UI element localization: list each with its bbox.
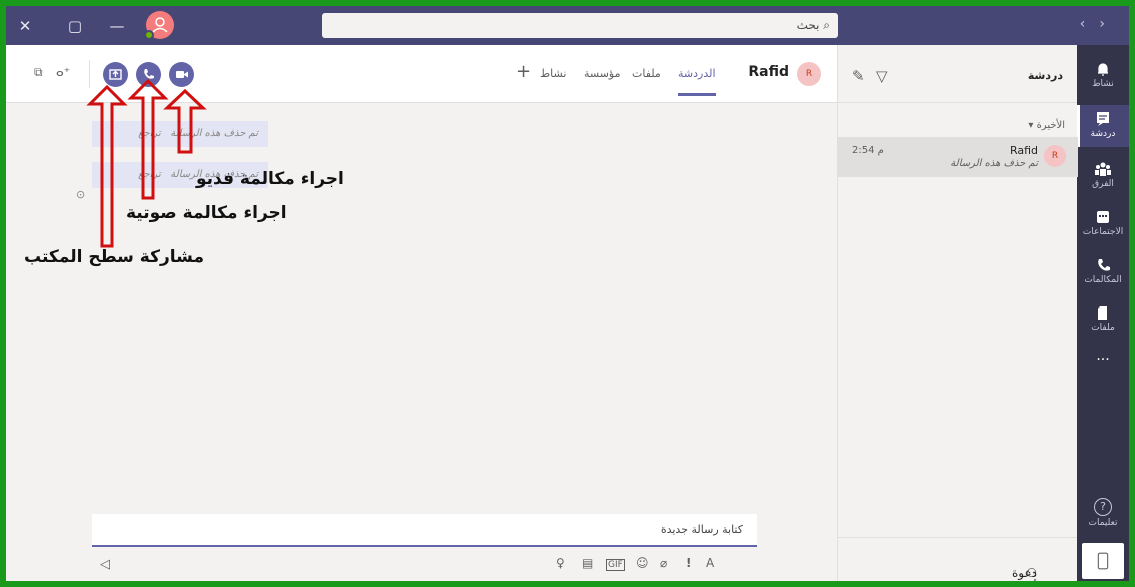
arrow-to-video-button [163, 88, 207, 154]
annotation-share-desktop: مشاركة سطح المكتب [24, 247, 204, 267]
annotation-audio-call: اجراء مكالمة صوتية [126, 203, 287, 223]
arrow-to-audio-button [127, 78, 169, 200]
annotation-video-call: اجراء مكالمة فديو [196, 169, 344, 189]
annotation-arrows [86, 78, 207, 248]
arrow-to-share-button [86, 84, 128, 248]
app-window: ✕ ▢ — ⌕ بحث ‹› نشاط دردشة الفرق الاجتماع… [6, 6, 1129, 581]
